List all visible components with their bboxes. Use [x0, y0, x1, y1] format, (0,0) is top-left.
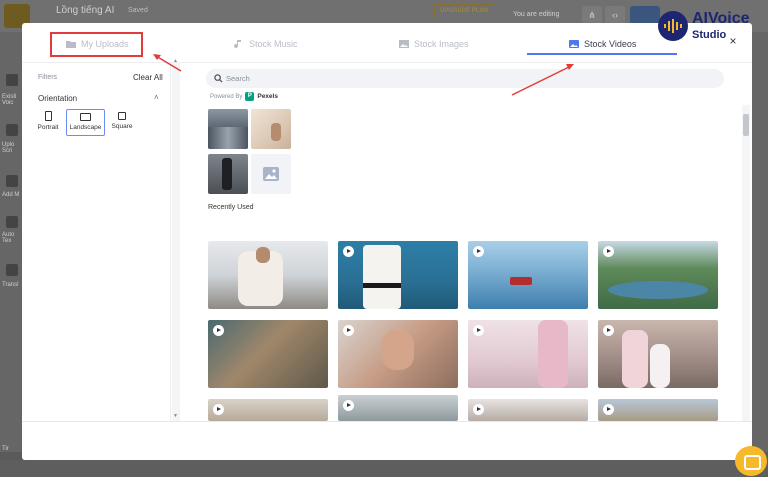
powered-by: Powered By P Pexels [210, 92, 278, 101]
play-icon [603, 404, 614, 415]
orientation-portrait[interactable]: Portrait [35, 109, 61, 136]
share-icon[interactable]: ⋔ [582, 6, 602, 24]
media-library-modal: My Uploads Stock Music Stock Images Stoc… [22, 23, 752, 460]
recent-thumbnail[interactable] [208, 154, 248, 194]
stock-videos-content: Powered By P Pexels Recently Used [180, 63, 752, 421]
play-icon [473, 246, 484, 257]
upgrade-plan-button[interactable]: UPGRADE PLAN [434, 4, 494, 18]
app-right-panel [752, 32, 768, 452]
pexels-logo-icon: P [245, 92, 255, 101]
square-icon [118, 112, 126, 120]
editing-status: You are editing [513, 11, 560, 18]
video-thumbnail[interactable] [338, 320, 458, 388]
tab-stock-images[interactable]: Stock Images [399, 36, 469, 52]
play-icon [343, 400, 354, 411]
video-thumbnail[interactable] [468, 241, 588, 309]
voice-icon[interactable] [6, 74, 18, 86]
media-icon[interactable] [6, 175, 18, 187]
highlight-box [50, 32, 143, 57]
brand-mark-icon [658, 11, 688, 41]
play-icon [603, 246, 614, 257]
orientation-square[interactable]: Square [110, 109, 134, 136]
play-icon [473, 325, 484, 336]
pexels-link[interactable]: Pexels [257, 93, 278, 100]
search-input[interactable] [226, 69, 706, 88]
sidebar-item-add-media[interactable]: Add M [2, 192, 19, 198]
video-thumbnail[interactable] [338, 241, 458, 309]
portrait-icon [44, 111, 52, 121]
recent-thumbnail[interactable] [208, 109, 248, 149]
orientation-landscape[interactable]: Landscape [66, 109, 105, 136]
tab-label: Stock Images [414, 39, 469, 49]
sidebar-item-existing-voice[interactable]: Existi Voic [2, 94, 22, 106]
content-scrollbar-thumb[interactable] [743, 114, 749, 136]
orientation-label[interactable]: Orientation [38, 94, 77, 103]
video-thumbnail[interactable] [338, 395, 458, 421]
filters-label: Filters [38, 74, 58, 81]
option-label: Landscape [69, 124, 102, 131]
brand-subtitle: Studio [692, 29, 727, 41]
timeline-label: Tir [2, 446, 9, 452]
tab-label: Stock Music [249, 39, 298, 49]
timeline [0, 460, 768, 477]
powered-by-label: Powered By [210, 93, 243, 100]
music-note-icon [234, 40, 241, 49]
play-icon [213, 404, 224, 415]
recent-thumbnail-placeholder[interactable] [251, 154, 291, 194]
project-title[interactable]: Lồng tiếng AI [56, 5, 114, 16]
tab-stock-music[interactable]: Stock Music [234, 36, 298, 52]
chevron-up-icon[interactable]: ˄ [154, 93, 159, 102]
translate-icon[interactable] [6, 264, 18, 276]
search-icon [214, 74, 223, 83]
upload-icon[interactable] [6, 124, 18, 136]
content-scrollbar[interactable] [742, 105, 750, 421]
text-icon[interactable] [6, 216, 18, 228]
recently-used-label: Recently Used [208, 204, 254, 211]
video-thumbnail[interactable] [208, 320, 328, 388]
video-thumbnail[interactable] [468, 320, 588, 388]
tab-stock-videos[interactable]: Stock Videos [569, 36, 636, 52]
sidebar-item-upload-script[interactable]: Uplo Scri [2, 142, 22, 154]
sidebar-item-translate[interactable]: Transl [2, 282, 18, 288]
video-thumbnail[interactable] [208, 241, 328, 309]
play-icon [213, 325, 224, 336]
recent-thumbnail[interactable] [251, 109, 291, 149]
video-thumbnail[interactable] [208, 399, 328, 421]
option-label: Portrait [37, 124, 59, 131]
image-icon [399, 40, 409, 48]
play-icon [603, 325, 614, 336]
video-thumbnail[interactable] [468, 399, 588, 421]
chat-support-button[interactable] [735, 446, 767, 476]
option-label: Square [111, 123, 133, 130]
video-thumbnail[interactable] [598, 399, 718, 421]
scroll-up-icon[interactable]: ▲ [173, 58, 178, 64]
code-icon[interactable]: ‹› [605, 6, 625, 24]
play-icon [343, 246, 354, 257]
image-placeholder-icon [263, 167, 279, 181]
landscape-icon [80, 113, 91, 121]
filters-scrollbar[interactable] [172, 63, 180, 421]
tab-label: Stock Videos [584, 39, 637, 49]
sidebar-item-auto-text[interactable]: Auto Tex [2, 232, 22, 244]
search-bar[interactable] [206, 69, 724, 88]
filters-panel: Filters Clear All Orientation ˄ Portrait… [22, 63, 171, 421]
video-thumbnail[interactable] [598, 241, 718, 309]
app-sidebar: Existi Voic Uplo Scri Add M Auto Tex Tra… [0, 32, 22, 452]
play-icon [343, 325, 354, 336]
brand-name: AIVoice [692, 10, 750, 27]
active-tab-indicator [527, 53, 677, 55]
aivoice-studio-logo: AIVoice Studio [656, 9, 766, 43]
video-icon [569, 40, 579, 48]
video-thumbnail[interactable] [598, 320, 718, 388]
modal-footer [22, 421, 752, 460]
saved-status: Saved [128, 7, 148, 14]
clear-all-button[interactable]: Clear All [133, 73, 163, 82]
play-icon [473, 404, 484, 415]
scroll-down-icon[interactable]: ▼ [173, 413, 178, 419]
